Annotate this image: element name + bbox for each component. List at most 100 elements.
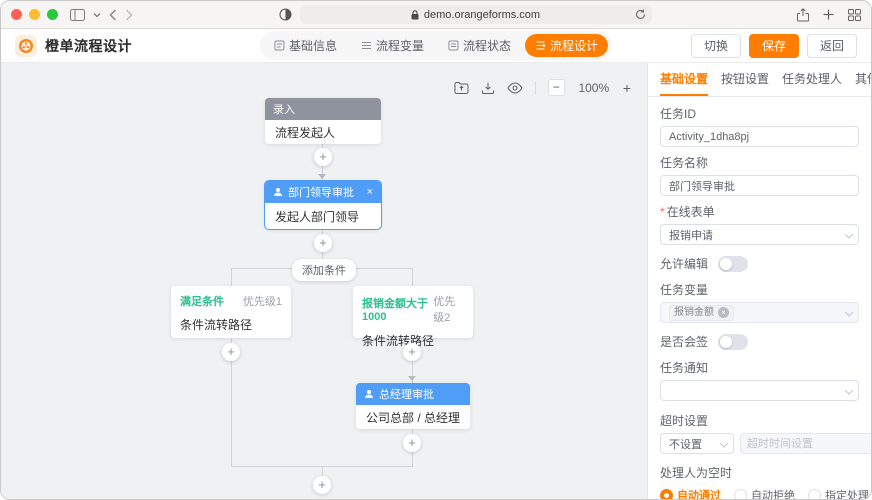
delete-node-icon[interactable]: × xyxy=(367,186,373,198)
select-value: 报销申请 xyxy=(669,229,713,242)
allow-edit-label: 允许编辑 xyxy=(660,256,709,271)
add-node-button[interactable]: + xyxy=(403,343,421,361)
countersign-toggle[interactable] xyxy=(718,334,749,350)
add-node-button[interactable]: + xyxy=(314,148,332,166)
tab-task-assignee[interactable]: 任务处理人 xyxy=(782,63,842,96)
add-condition-button[interactable]: 添加条件 xyxy=(292,259,356,281)
node-title: 总经理审批 xyxy=(379,389,434,401)
forward-button[interactable] xyxy=(125,8,133,21)
back-button[interactable] xyxy=(109,8,117,21)
radio-assign-handler[interactable]: 指定处理人 xyxy=(808,487,871,499)
timeout-value-input[interactable] xyxy=(740,433,871,454)
node-title: 部门领导审批 xyxy=(288,187,354,199)
timeout-mode-select[interactable]: 不设置 xyxy=(660,433,734,454)
node-condition-right[interactable]: 报销金额大于1000 优先级2 条件流转路径 xyxy=(353,286,473,348)
doc-icon xyxy=(274,40,285,51)
status-doc-icon xyxy=(448,40,459,51)
toolbar-divider xyxy=(534,80,536,95)
zoom-out-button[interactable]: − xyxy=(547,79,565,96)
node-body-text: 发起人部门领导 xyxy=(275,209,360,224)
node-dept-approval[interactable]: 部门领导审批 × 发起人部门领导 xyxy=(264,180,382,230)
maximize-window-button[interactable] xyxy=(47,9,58,20)
back-to-list-button[interactable]: 返回 xyxy=(806,33,857,58)
url-area: demo.orangeforms.com xyxy=(141,5,789,24)
tab-label: 流程设计 xyxy=(550,39,599,53)
task-variable-select[interactable]: 报销金额 × xyxy=(660,302,859,323)
url-text: demo.orangeforms.com xyxy=(423,8,541,21)
tag-close-icon[interactable]: × xyxy=(718,307,729,318)
select-value: 不设置 xyxy=(669,438,702,451)
node-gm-approval[interactable]: 总经理审批 公司总部 / 总经理 xyxy=(356,383,470,429)
switch-button[interactable]: 切换 xyxy=(690,33,741,58)
lock-icon xyxy=(411,9,419,20)
preview-eye-icon[interactable] xyxy=(507,81,523,94)
tab-label: 流程状态 xyxy=(463,39,512,53)
tab-basic-info[interactable]: 基础信息 xyxy=(264,34,347,57)
sidebar-icon[interactable] xyxy=(70,8,85,21)
zoom-in-button[interactable]: + xyxy=(623,80,631,96)
address-bar[interactable]: demo.orangeforms.com xyxy=(299,5,652,24)
tab-process-status[interactable]: 流程状态 xyxy=(438,34,521,57)
tab-overview-icon[interactable] xyxy=(848,8,861,22)
node-start[interactable]: 录入 流程发起人 xyxy=(265,98,381,144)
panel-form: 任务ID 任务名称 *在线表单 报销申请 允许编辑 xyxy=(648,97,871,499)
add-node-button[interactable]: + xyxy=(403,434,421,452)
privacy-shield-icon[interactable] xyxy=(279,8,292,21)
close-window-button[interactable] xyxy=(11,9,22,20)
required-mark: * xyxy=(660,205,665,219)
traffic-lights xyxy=(11,9,58,20)
add-node-button[interactable]: + xyxy=(314,234,332,252)
task-notify-select[interactable] xyxy=(660,380,859,401)
task-id-input[interactable] xyxy=(660,126,859,147)
flow-canvas[interactable]: − 100% + 录入 流程发起人 + 部门领导审批 × 发起人部门领导 + 添… xyxy=(1,63,647,499)
task-variable-label: 任务变量 xyxy=(660,283,709,297)
condition-title: 报销金额大于1000 xyxy=(362,298,428,323)
header-nav-tabs: 基础信息 流程变量 流程状态 流程设计 xyxy=(259,31,613,60)
tab-other-settings[interactable]: 其他设置 xyxy=(855,63,871,96)
app-header: 橙单流程设计 基础信息 流程变量 流程状态 流程设计 切换 保存 返回 xyxy=(1,29,871,63)
condition-priority: 优先级1 xyxy=(242,296,282,308)
new-tab-icon[interactable] xyxy=(823,8,834,22)
chevron-down-icon[interactable] xyxy=(93,12,101,18)
panel-tabs: 基础设置 按钮设置 任务处理人 其他设置 xyxy=(648,63,871,97)
arrow-down-icon xyxy=(318,174,326,179)
radio-icon xyxy=(660,488,673,499)
tab-basic-settings[interactable]: 基础设置 xyxy=(660,63,709,96)
task-notify-label: 任务通知 xyxy=(660,361,709,375)
arrow-down-icon xyxy=(408,376,416,381)
browser-chrome: demo.orangeforms.com xyxy=(1,1,871,29)
add-node-button[interactable]: + xyxy=(313,476,331,494)
import-file-icon[interactable] xyxy=(454,81,469,95)
tab-process-design[interactable]: 流程设计 xyxy=(525,34,609,57)
user-icon xyxy=(274,188,282,196)
online-form-label: * 在线表单 xyxy=(660,205,715,219)
radio-auto-reject[interactable]: 自动拒绝 xyxy=(734,487,795,499)
node-condition-left[interactable]: 满足条件 优先级1 条件流转路径 xyxy=(171,286,291,338)
condition-title: 满足条件 xyxy=(180,296,224,308)
tab-button-settings[interactable]: 按钮设置 xyxy=(721,63,769,96)
save-button[interactable]: 保存 xyxy=(748,33,799,58)
chevron-down-icon xyxy=(719,438,729,448)
minimize-window-button[interactable] xyxy=(29,9,40,20)
page-title: 橙单流程设计 xyxy=(45,37,132,54)
tag-label: 报销金额 xyxy=(674,306,714,318)
online-form-select[interactable]: 报销申请 xyxy=(660,224,859,245)
task-name-input[interactable] xyxy=(660,175,859,196)
tab-process-variables[interactable]: 流程变量 xyxy=(351,34,434,57)
settings-panel: 基础设置 按钮设置 任务处理人 其他设置 任务ID 任务名称 *在线表单 报 xyxy=(647,63,871,499)
task-name-label: 任务名称 xyxy=(660,156,709,170)
allow-edit-toggle[interactable] xyxy=(718,256,749,272)
timeout-label: 超时设置 xyxy=(660,414,709,428)
radio-icon xyxy=(808,488,821,499)
connector-line xyxy=(412,268,413,286)
add-node-button[interactable]: + xyxy=(222,343,240,361)
node-body-text: 公司总部 / 总经理 xyxy=(366,410,461,425)
radio-icon xyxy=(734,488,747,499)
variable-tag: 报销金额 × xyxy=(669,304,734,321)
reload-icon[interactable] xyxy=(635,9,646,20)
radio-auto-approve[interactable]: 自动通过 xyxy=(660,487,721,499)
tab-label: 基础信息 xyxy=(288,39,337,53)
download-icon[interactable] xyxy=(481,81,495,95)
app-logo xyxy=(15,34,37,57)
share-icon[interactable] xyxy=(797,7,809,22)
